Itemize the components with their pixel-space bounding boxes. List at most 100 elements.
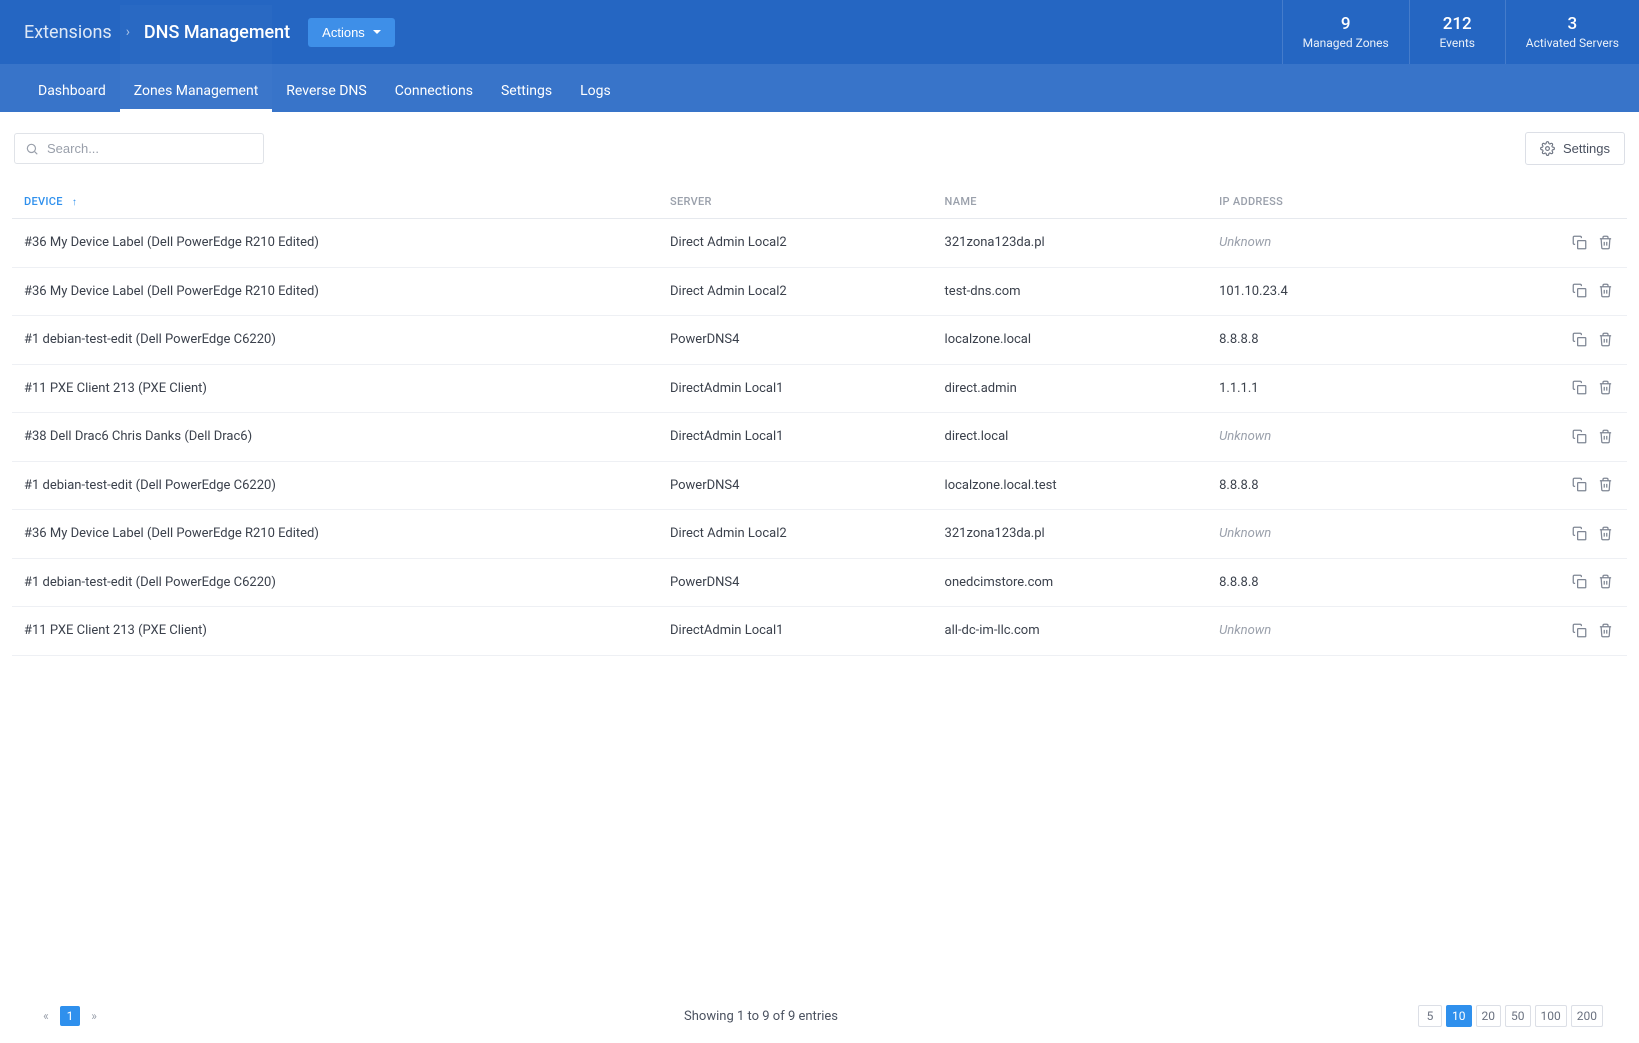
tab-zones-management[interactable]: Zones Management (120, 69, 273, 112)
tab-reverse-dns[interactable]: Reverse DNS (272, 69, 380, 112)
cell-ip: 1.1.1.1 (1207, 364, 1482, 413)
ip-unknown-label: Unknown (1219, 623, 1271, 638)
page-size-200[interactable]: 200 (1571, 1005, 1603, 1027)
trash-icon[interactable] (1595, 329, 1615, 349)
toolbar: Settings (12, 132, 1627, 165)
cell-server: Direct Admin Local2 (658, 510, 933, 559)
cell-name: test-dns.com (933, 267, 1208, 316)
cell-actions (1482, 267, 1627, 316)
search-input[interactable] (47, 141, 253, 156)
cell-device: #11 PXE Client 213 (PXE Client) (12, 364, 658, 413)
settings-button[interactable]: Settings (1525, 132, 1625, 165)
copy-icon[interactable] (1569, 232, 1589, 252)
stat-managed-zones[interactable]: 9 Managed Zones (1282, 0, 1409, 64)
trash-icon[interactable] (1595, 572, 1615, 592)
cell-actions (1482, 461, 1627, 510)
pager-page-1[interactable]: 1 (60, 1006, 80, 1026)
copy-icon[interactable] (1569, 475, 1589, 495)
actions-dropdown-button[interactable]: Actions (308, 18, 395, 47)
column-server[interactable]: SERVER (658, 185, 933, 219)
page-size-20[interactable]: 20 (1476, 1005, 1502, 1027)
stat-value: 212 (1443, 14, 1472, 34)
tab-settings[interactable]: Settings (487, 69, 566, 112)
settings-button-label: Settings (1563, 141, 1610, 156)
table-row[interactable]: #36 My Device Label (Dell PowerEdge R210… (12, 267, 1627, 316)
tab-connections[interactable]: Connections (381, 69, 487, 112)
tab-logs[interactable]: Logs (566, 69, 625, 112)
trash-icon[interactable] (1595, 378, 1615, 398)
cell-name: onedcimstore.com (933, 558, 1208, 607)
cell-actions (1482, 413, 1627, 462)
copy-icon[interactable] (1569, 426, 1589, 446)
table-row[interactable]: #38 Dell Drac6 Chris Danks (Dell Drac6)D… (12, 413, 1627, 462)
search-wrap[interactable] (14, 133, 264, 164)
table-row[interactable]: #36 My Device Label (Dell PowerEdge R210… (12, 510, 1627, 559)
copy-icon[interactable] (1569, 523, 1589, 543)
cell-device: #36 My Device Label (Dell PowerEdge R210… (12, 510, 658, 559)
copy-icon[interactable] (1569, 620, 1589, 640)
table-row[interactable]: #11 PXE Client 213 (PXE Client)DirectAdm… (12, 607, 1627, 656)
breadcrumb-root[interactable]: Extensions (24, 22, 112, 43)
column-name[interactable]: NAME (933, 185, 1208, 219)
trash-icon[interactable] (1595, 426, 1615, 446)
table-row[interactable]: #1 debian-test-edit (Dell PowerEdge C622… (12, 558, 1627, 607)
pager-prev-button[interactable]: « (36, 1006, 56, 1026)
cell-name: direct.local (933, 413, 1208, 462)
actions-button-label: Actions (322, 25, 365, 40)
ip-unknown-label: Unknown (1219, 235, 1271, 250)
page-size-10[interactable]: 10 (1446, 1005, 1472, 1027)
copy-icon[interactable] (1569, 572, 1589, 592)
cell-device: #36 My Device Label (Dell PowerEdge R210… (12, 267, 658, 316)
trash-icon[interactable] (1595, 620, 1615, 640)
pager-next-button[interactable]: » (84, 1006, 104, 1026)
cell-device: #1 debian-test-edit (Dell PowerEdge C622… (12, 558, 658, 607)
stat-label: Managed Zones (1303, 36, 1389, 50)
cell-ip: 101.10.23.4 (1207, 267, 1482, 316)
pagination-summary: Showing 1 to 9 of 9 entries (684, 1009, 838, 1024)
table-row[interactable]: #36 My Device Label (Dell PowerEdge R210… (12, 219, 1627, 268)
cell-server: PowerDNS4 (658, 316, 933, 365)
table-row[interactable]: #1 debian-test-edit (Dell PowerEdge C622… (12, 316, 1627, 365)
cell-device: #38 Dell Drac6 Chris Danks (Dell Drac6) (12, 413, 658, 462)
column-ip[interactable]: IP ADDRESS (1207, 185, 1482, 219)
cell-ip: Unknown (1207, 607, 1482, 656)
header-tabs: Dashboard Zones Management Reverse DNS C… (0, 64, 1639, 112)
footer: « 1 » Showing 1 to 9 of 9 entries 510205… (0, 993, 1639, 1043)
cell-ip: 8.8.8.8 (1207, 558, 1482, 607)
tab-dashboard[interactable]: Dashboard (24, 69, 120, 112)
table-header-row: DEVICE ↑ SERVER NAME IP ADDRESS (12, 185, 1627, 219)
cell-actions (1482, 510, 1627, 559)
copy-icon[interactable] (1569, 378, 1589, 398)
trash-icon[interactable] (1595, 281, 1615, 301)
ip-unknown-label: Unknown (1219, 526, 1271, 541)
column-actions (1482, 185, 1627, 219)
page-size-50[interactable]: 50 (1505, 1005, 1531, 1027)
page-size-100[interactable]: 100 (1535, 1005, 1567, 1027)
page-size-5[interactable]: 5 (1418, 1005, 1442, 1027)
page-size-selector: 5102050100200 (1418, 1005, 1603, 1027)
stat-events[interactable]: 212 Events (1409, 0, 1505, 64)
table-row[interactable]: #1 debian-test-edit (Dell PowerEdge C622… (12, 461, 1627, 510)
table-row[interactable]: #11 PXE Client 213 (PXE Client)DirectAdm… (12, 364, 1627, 413)
column-device[interactable]: DEVICE ↑ (12, 185, 658, 219)
copy-icon[interactable] (1569, 329, 1589, 349)
pager-left: « 1 » (36, 1006, 104, 1026)
cell-ip: Unknown (1207, 219, 1482, 268)
cell-name: 321zona123da.pl (933, 510, 1208, 559)
cell-actions (1482, 316, 1627, 365)
cell-name: 321zona123da.pl (933, 219, 1208, 268)
trash-icon[interactable] (1595, 475, 1615, 495)
cell-actions (1482, 364, 1627, 413)
stat-value: 9 (1341, 14, 1351, 34)
trash-icon[interactable] (1595, 232, 1615, 252)
cell-device: #1 debian-test-edit (Dell PowerEdge C622… (12, 316, 658, 365)
copy-icon[interactable] (1569, 281, 1589, 301)
stat-label: Events (1439, 36, 1475, 50)
cell-actions (1482, 607, 1627, 656)
cell-ip: Unknown (1207, 413, 1482, 462)
trash-icon[interactable] (1595, 523, 1615, 543)
cell-server: Direct Admin Local2 (658, 267, 933, 316)
cell-ip: 8.8.8.8 (1207, 461, 1482, 510)
cell-server: PowerDNS4 (658, 461, 933, 510)
stat-activated-servers[interactable]: 3 Activated Servers (1505, 0, 1639, 64)
